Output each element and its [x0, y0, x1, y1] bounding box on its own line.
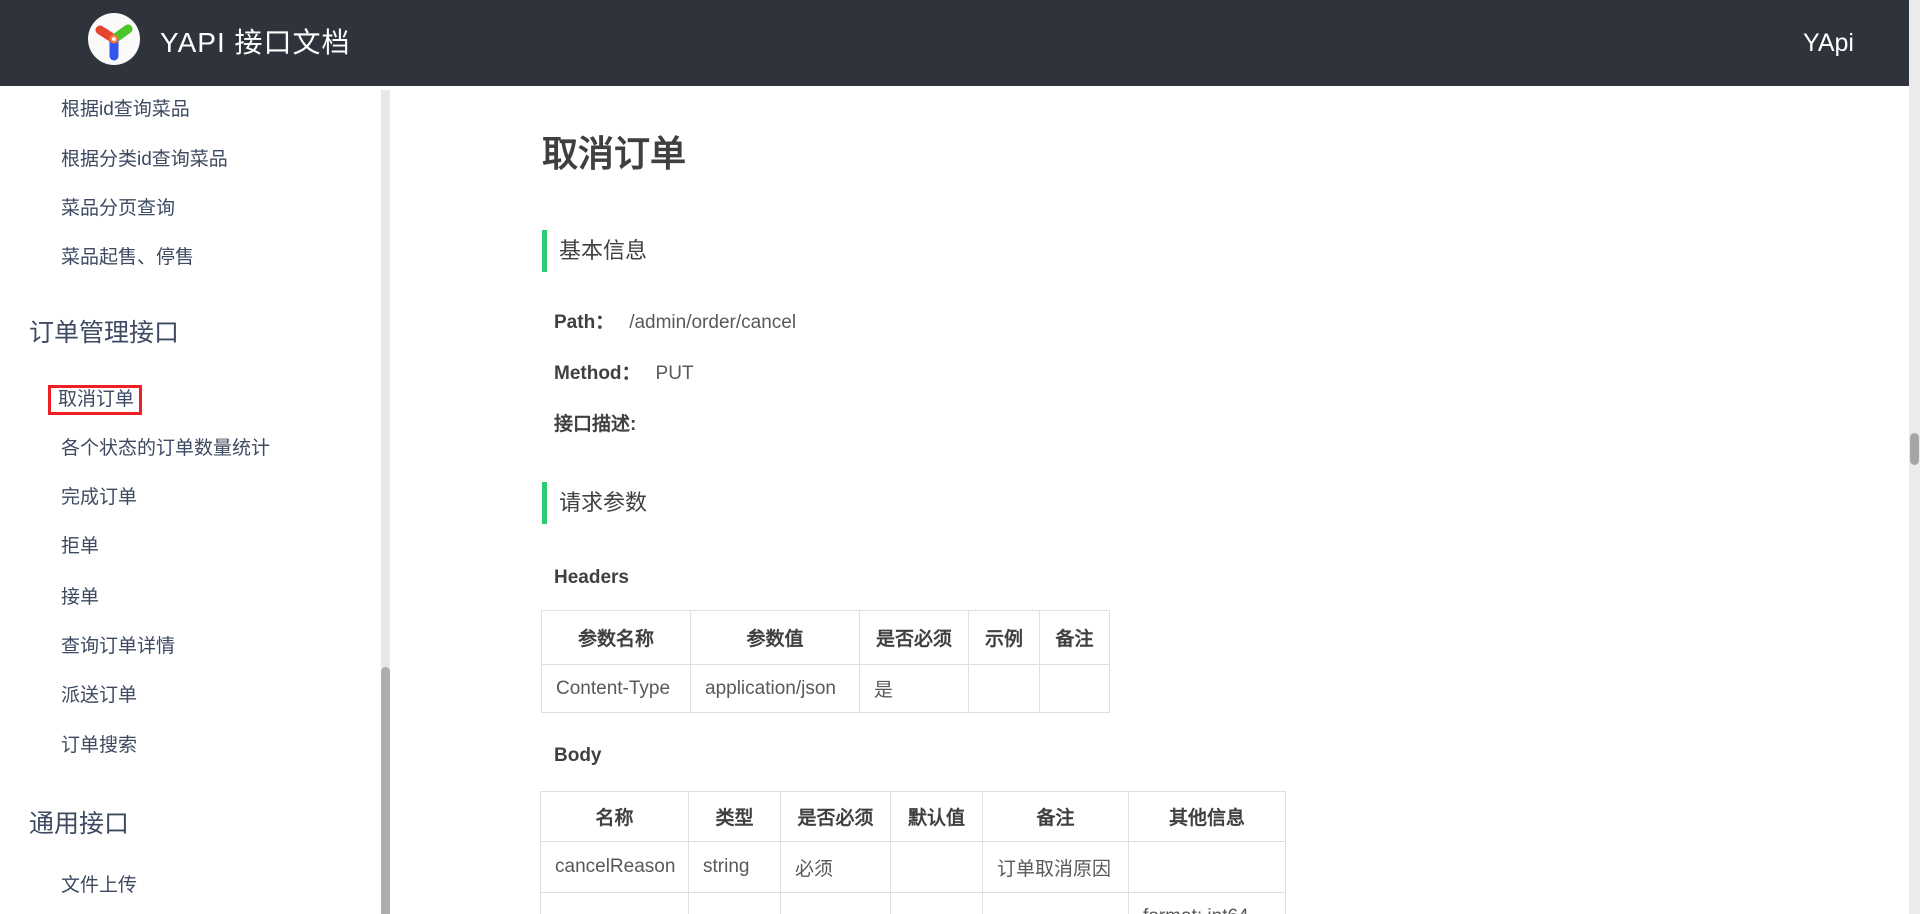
section-basic-info-title: 基本信息 [559, 236, 647, 266]
sidebar-item-file-upload[interactable]: 文件上传 [61, 874, 137, 898]
sidebar-item-cancel-order[interactable]: 取消订单 [51, 388, 139, 412]
yapi-logo-glyph [88, 13, 140, 65]
table-row: Content-Type application/json 是 [542, 665, 1110, 713]
section-accent-bar [542, 482, 547, 524]
body-table-label: Body [554, 744, 602, 768]
column-header: 备注 [1040, 611, 1110, 665]
column-header: 其他信息 [1129, 792, 1286, 842]
cell-remark: 订单取消原因 [983, 842, 1129, 893]
yapi-doc-page: YAPI 接口文档 YApi 根据id查询菜品 根据分类id查询菜品 菜品分页查… [0, 0, 1920, 914]
column-header: 示例 [969, 611, 1040, 665]
column-header: 名称 [541, 792, 689, 842]
cell-type [689, 893, 781, 914]
table-row-clipped: format: int64 [541, 893, 1286, 914]
cell-param-value: application/json [691, 665, 860, 713]
sidebar-item-complete-order[interactable]: 完成订单 [61, 486, 137, 510]
sidebar-item-query-dish-by-id[interactable]: 根据id查询菜品 [61, 98, 190, 122]
column-header: 是否必须 [781, 792, 891, 842]
sidebar-item-order-status-statistics[interactable]: 各个状态的订单数量统计 [61, 437, 270, 461]
path-line: Path： /admin/order/cancel [554, 311, 796, 335]
column-header: 默认值 [891, 792, 983, 842]
app-title: YAPI 接口文档 [160, 0, 351, 86]
column-header: 参数名称 [542, 611, 691, 665]
cell-param-name: Content-Type [542, 665, 691, 713]
page-title: 取消订单 [542, 132, 686, 176]
window-scrollbar-thumb[interactable] [1910, 433, 1919, 465]
description-line: 接口描述: [554, 413, 636, 437]
cell-other-info: format: int64 [1129, 893, 1286, 914]
sidebar-item-query-dish-by-category[interactable]: 根据分类id查询菜品 [61, 148, 228, 172]
table-row: cancelReason string 必须 订单取消原因 [541, 842, 1286, 893]
cell-name [541, 893, 689, 914]
path-value: /admin/order/cancel [629, 312, 796, 333]
top-navbar: YAPI 接口文档 YApi [0, 0, 1920, 86]
cell-required: 是 [860, 665, 969, 713]
cell-required: 必须 [781, 842, 891, 893]
section-accent-bar [542, 230, 547, 272]
column-header: 类型 [689, 792, 781, 842]
cell-remark [983, 893, 1129, 914]
cell-other-info [1129, 842, 1286, 893]
sidebar-item-dish-on-off-sale[interactable]: 菜品起售、停售 [61, 246, 194, 270]
headers-table: 参数名称 参数值 是否必须 示例 备注 Content-Type applica… [541, 610, 1110, 713]
yapi-home-link[interactable]: YApi [1803, 0, 1854, 86]
path-label: Path： [554, 312, 614, 333]
column-header: 参数值 [691, 611, 860, 665]
sidebar-section-order-management[interactable]: 订单管理接口 [29, 317, 179, 349]
sidebar-item-accept-order[interactable]: 接单 [61, 586, 99, 610]
column-header: 是否必须 [860, 611, 969, 665]
sidebar-item-reject-order[interactable]: 拒单 [61, 535, 99, 559]
method-line: Method： PUT [554, 362, 694, 386]
sidebar-section-common-api[interactable]: 通用接口 [29, 808, 129, 840]
sidebar-item-deliver-order[interactable]: 派送订单 [61, 684, 137, 708]
cell-name: cancelReason [541, 842, 689, 893]
body-table: 名称 类型 是否必须 默认值 备注 其他信息 cancelReason stri… [540, 791, 1286, 914]
sidebar-scrollbar-thumb[interactable] [381, 667, 390, 914]
cell-example [969, 665, 1040, 713]
sidebar-item-dish-page-query[interactable]: 菜品分页查询 [61, 197, 175, 221]
method-label: Method： [554, 363, 641, 384]
cell-type: string [689, 842, 781, 893]
method-value: PUT [656, 363, 694, 384]
body-table-header-row: 名称 类型 是否必须 默认值 备注 其他信息 [541, 792, 1286, 842]
column-header: 备注 [983, 792, 1129, 842]
description-label: 接口描述: [554, 414, 636, 435]
yapi-logo-icon[interactable] [88, 13, 140, 65]
headers-table-label: Headers [554, 566, 629, 590]
headers-table-header-row: 参数名称 参数值 是否必须 示例 备注 [542, 611, 1110, 665]
section-request-params-title: 请求参数 [559, 488, 647, 518]
cell-required [781, 893, 891, 914]
cell-default [891, 893, 983, 914]
sidebar-item-order-detail[interactable]: 查询订单详情 [61, 635, 175, 659]
sidebar-item-order-search[interactable]: 订单搜索 [61, 734, 137, 758]
sidebar-active-highlight: 取消订单 [48, 385, 142, 415]
cell-remark [1040, 665, 1110, 713]
cell-default [891, 842, 983, 893]
